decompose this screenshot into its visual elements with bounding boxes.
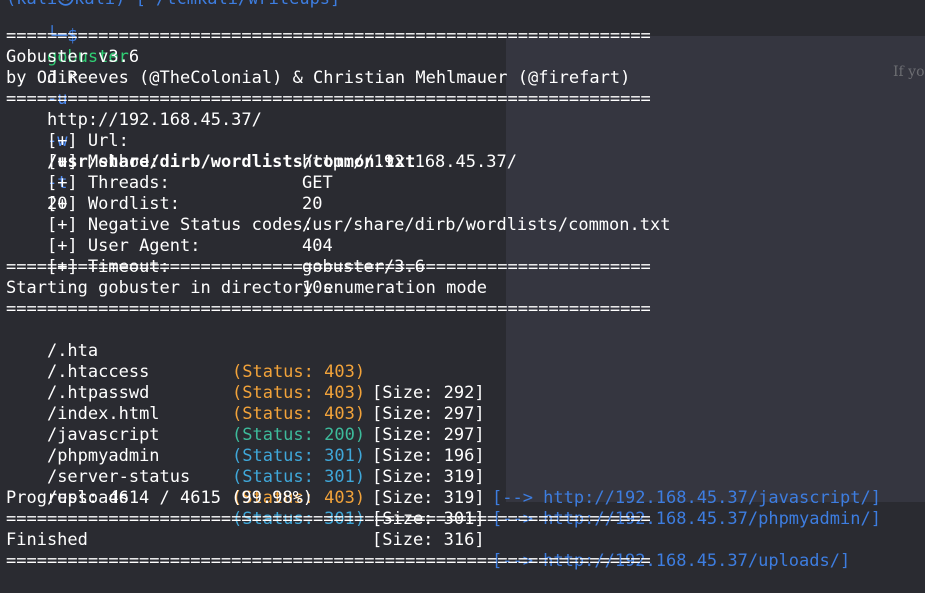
config-value: GET [302,173,333,193]
result-size: [Size: 319] [372,488,485,508]
start-message: Starting gobuster in directory enumerati… [6,278,488,298]
terminal-window[interactable]: If yo (kali㉿kali)-[~/tcmkali/writeups] └… [0,0,925,575]
result-row: /server-status (Status: 403) [Size: 301] [6,446,485,529]
config-row-timeout: [+] Timeout: 10s [6,236,333,298]
config-row-method: [+] Method: GET [6,131,333,193]
result-status: (Status: 403) [232,383,366,403]
result-status: (Status: 403) [232,404,366,424]
separator-line: ========================================… [6,551,651,571]
result-row: /.htaccess (Status: 403) [Size: 297] [6,341,485,424]
finished-text: Finished [6,530,88,550]
result-size: [Size: 196] [372,446,485,466]
result-size: [Size: 297] [372,404,485,424]
result-size: [Size: 297] [372,425,485,445]
banner-version: Gobuster v3.6 [6,47,140,67]
separator-line: ========================================… [6,26,651,46]
config-row-negative-status: [+] Negative Status codes: 404 [6,194,333,256]
config-value: /usr/share/dirb/wordlists/common.txt [302,215,671,235]
result-row: /uploads (Status: 301) [Size: 316] [--> … [6,467,850,571]
background-faint-text: If yo [893,64,925,80]
result-row: /javascript (Status: 301) [Size: 319] [-… [6,404,881,508]
config-value: http://192.168.45.37/ [302,152,517,172]
result-size: [Size: 292] [372,383,485,403]
config-row-threads: [+] Threads: 20 [6,152,323,214]
result-row: /.hta (Status: 403) [Size: 292] [6,320,485,403]
result-status: (Status: 200) [232,425,366,445]
result-row: /.htpasswd (Status: 403) [Size: 297] [6,362,485,445]
separator-line: ========================================… [6,257,651,277]
progress-text: Progress: 4614 / 4615 (99.98%) [6,488,314,508]
separator-line: ========================================… [6,89,651,109]
result-redirect-link[interactable]: [--> http://192.168.45.37/javascript/] [492,488,881,509]
result-size: [Size: 316] [372,530,485,550]
banner-authors: by OJ Reeves (@TheColonial) & Christian … [6,68,631,88]
config-row-url: [+] Url: http://192.168.45.37/ [6,110,517,172]
result-status: (Status: 301) [232,446,366,466]
separator-line: ========================================… [6,299,651,319]
config-value: 404 [302,236,333,256]
result-row: /phpmyadmin (Status: 301) [Size: 319] [-… [6,425,881,529]
command-line[interactable]: └─$ gobuster dir -u http://192.168.45.37… [6,5,415,214]
separator-line: ========================================… [6,509,651,529]
config-row-user-agent: [+] User Agent: gobuster/3.6 [6,215,425,277]
result-status: (Status: 301) [232,467,366,487]
result-size: [Size: 319] [372,467,485,487]
result-status: (Status: 403) [232,362,366,382]
config-row-wordlist: [+] Wordlist: /usr/share/dirb/wordlists/… [6,173,671,235]
result-row: /index.html (Status: 200) [Size: 196] [6,383,485,466]
